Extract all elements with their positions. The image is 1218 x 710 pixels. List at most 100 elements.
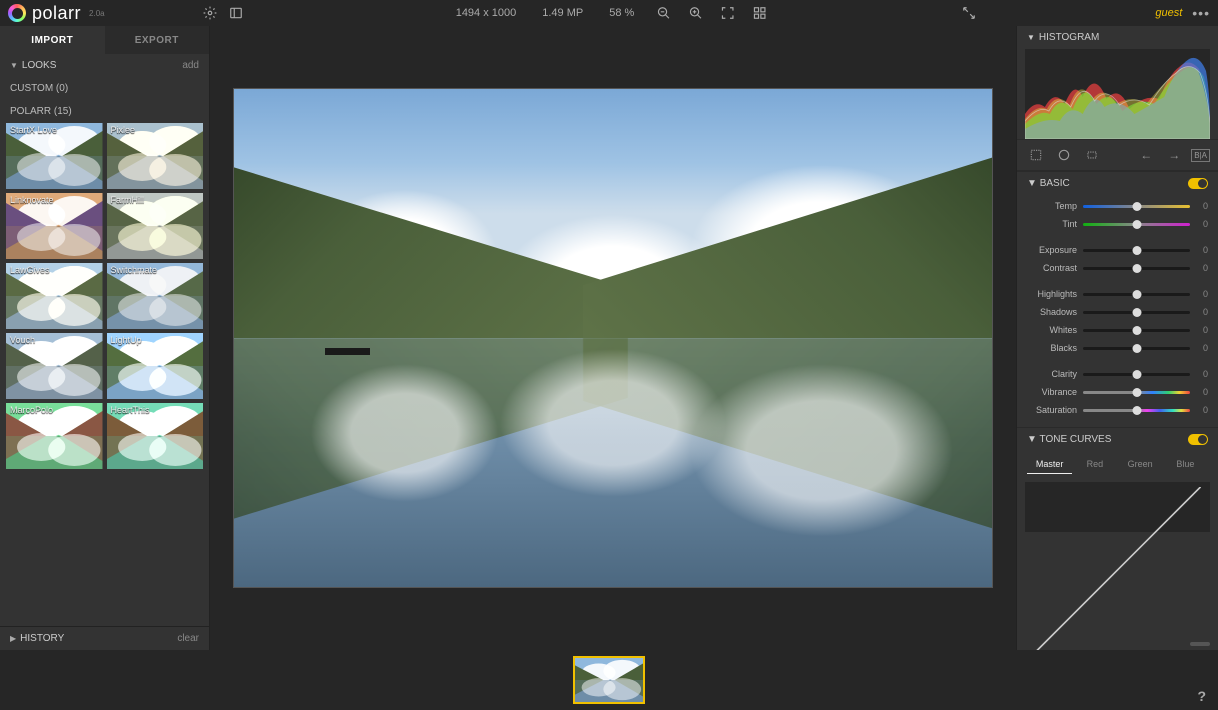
slider-thumb[interactable]	[1132, 290, 1141, 299]
slider-thumb[interactable]	[1132, 344, 1141, 353]
look-item[interactable]: HeartThis	[107, 403, 204, 469]
slider-label: Temp	[1027, 201, 1077, 211]
circle-mask-icon[interactable]	[1053, 146, 1075, 164]
undo-icon[interactable]: ←	[1135, 146, 1157, 164]
look-label: Linknovate	[10, 195, 54, 205]
slider-thumb[interactable]	[1132, 388, 1141, 397]
look-item[interactable]: LawGives	[6, 263, 103, 329]
tone-curve-chart[interactable]	[1025, 482, 1210, 532]
slider-value: 0	[1196, 219, 1208, 229]
dimensions-label: 1494 x 1000	[456, 7, 517, 19]
redo-icon[interactable]: →	[1163, 146, 1185, 164]
slider-row: Highlights 0	[1027, 285, 1208, 303]
looks-add-button[interactable]: add	[182, 60, 199, 71]
slider-track[interactable]	[1083, 409, 1190, 412]
polarr-header[interactable]: POLARR (15)	[0, 100, 209, 123]
look-label: Pixlee	[111, 125, 136, 135]
tab-export[interactable]: EXPORT	[105, 26, 210, 54]
app-logo[interactable]: polarr 2.0a	[8, 3, 105, 24]
expand-icon[interactable]	[960, 4, 978, 22]
histogram-header[interactable]: ▼HISTOGRAM	[1017, 26, 1218, 49]
slider-thumb[interactable]	[1132, 406, 1141, 415]
tonecurves-toggle[interactable]	[1188, 434, 1208, 445]
slider-track[interactable]	[1083, 223, 1190, 226]
slider-value: 0	[1196, 307, 1208, 317]
custom-header[interactable]: CUSTOM (0)	[0, 77, 209, 100]
help-icon[interactable]: ?	[1197, 688, 1206, 704]
slider-label: Saturation	[1027, 405, 1077, 415]
slider-track[interactable]	[1083, 293, 1190, 296]
slider-track[interactable]	[1083, 347, 1190, 350]
curve-tab[interactable]: Red	[1072, 455, 1117, 474]
look-item[interactable]: Switchmate	[107, 263, 204, 329]
look-label: Vouch	[10, 335, 35, 345]
look-item[interactable]: LightUp	[107, 333, 204, 399]
slider-row: Temp 0	[1027, 197, 1208, 215]
slider-label: Tint	[1027, 219, 1077, 229]
left-panel: IMPORT EXPORT ▼LOOKS add CUSTOM (0) POLA…	[0, 26, 210, 650]
slider-thumb[interactable]	[1132, 264, 1141, 273]
slider-thumb[interactable]	[1132, 326, 1141, 335]
look-item[interactable]: Pixlee	[107, 123, 204, 189]
filmstrip-thumb[interactable]	[573, 656, 645, 704]
slider-thumb[interactable]	[1132, 202, 1141, 211]
user-label[interactable]: guest	[1155, 7, 1182, 19]
slider-row: Shadows 0	[1027, 303, 1208, 321]
curve-tab[interactable]: Green	[1118, 455, 1163, 474]
slider-track[interactable]	[1083, 329, 1190, 332]
slider-track[interactable]	[1083, 373, 1190, 376]
histogram-chart[interactable]	[1025, 49, 1210, 139]
slider-thumb[interactable]	[1132, 370, 1141, 379]
tab-import[interactable]: IMPORT	[0, 26, 105, 54]
fit-icon[interactable]	[718, 4, 736, 22]
zoom-in-icon[interactable]	[686, 4, 704, 22]
curve-tab[interactable]: Master	[1027, 455, 1072, 474]
look-label: FarmHill	[111, 195, 145, 205]
main-photo[interactable]	[233, 88, 993, 588]
tonecurves-header[interactable]: ▼ TONE CURVES	[1017, 427, 1218, 451]
history-header[interactable]: ▶HISTORY clear	[0, 626, 209, 650]
look-item[interactable]: Linknovate	[6, 193, 103, 259]
compare-icon[interactable]: B|A	[1191, 149, 1210, 162]
filmstrip-handle[interactable]	[1190, 642, 1210, 646]
zoom-out-icon[interactable]	[654, 4, 672, 22]
slider-track[interactable]	[1083, 205, 1190, 208]
gear-icon[interactable]	[201, 4, 219, 22]
filmstrip: ?	[0, 650, 1218, 710]
slider-row: Clarity 0	[1027, 365, 1208, 383]
slider-label: Blacks	[1027, 343, 1077, 353]
slider-value: 0	[1196, 289, 1208, 299]
history-clear-button[interactable]: clear	[177, 633, 199, 644]
basic-toggle[interactable]	[1188, 178, 1208, 189]
slider-thumb[interactable]	[1132, 246, 1141, 255]
basic-header[interactable]: ▼ BASIC	[1017, 171, 1218, 195]
slider-value: 0	[1196, 387, 1208, 397]
slider-label: Clarity	[1027, 369, 1077, 379]
slider-track[interactable]	[1083, 249, 1190, 252]
app-subtitle: 2.0a	[89, 9, 105, 18]
look-item[interactable]: StartX Love	[6, 123, 103, 189]
megapixels-label: 1.49 MP	[542, 7, 583, 19]
looks-header[interactable]: ▼LOOKS add	[0, 54, 209, 77]
panels-icon[interactable]	[227, 4, 245, 22]
look-item[interactable]: Vouch	[6, 333, 103, 399]
slider-row: Blacks 0	[1027, 339, 1208, 357]
slider-row: Tint 0	[1027, 215, 1208, 233]
grid-icon[interactable]	[750, 4, 768, 22]
slider-track[interactable]	[1083, 311, 1190, 314]
curve-tab[interactable]: Blue	[1163, 455, 1208, 474]
rect-mask-icon[interactable]	[1081, 146, 1103, 164]
look-label: LightUp	[111, 335, 142, 345]
canvas-area[interactable]	[210, 26, 1016, 650]
slider-thumb[interactable]	[1132, 308, 1141, 317]
slider-track[interactable]	[1083, 391, 1190, 394]
look-item[interactable]: MarcoPolo	[6, 403, 103, 469]
slider-track[interactable]	[1083, 267, 1190, 270]
crop-icon[interactable]	[1025, 146, 1047, 164]
zoom-label: 58 %	[609, 7, 634, 19]
more-icon[interactable]: •••	[1192, 5, 1210, 21]
look-item[interactable]: FarmHill	[107, 193, 204, 259]
slider-label: Shadows	[1027, 307, 1077, 317]
slider-thumb[interactable]	[1132, 220, 1141, 229]
slider-value: 0	[1196, 201, 1208, 211]
